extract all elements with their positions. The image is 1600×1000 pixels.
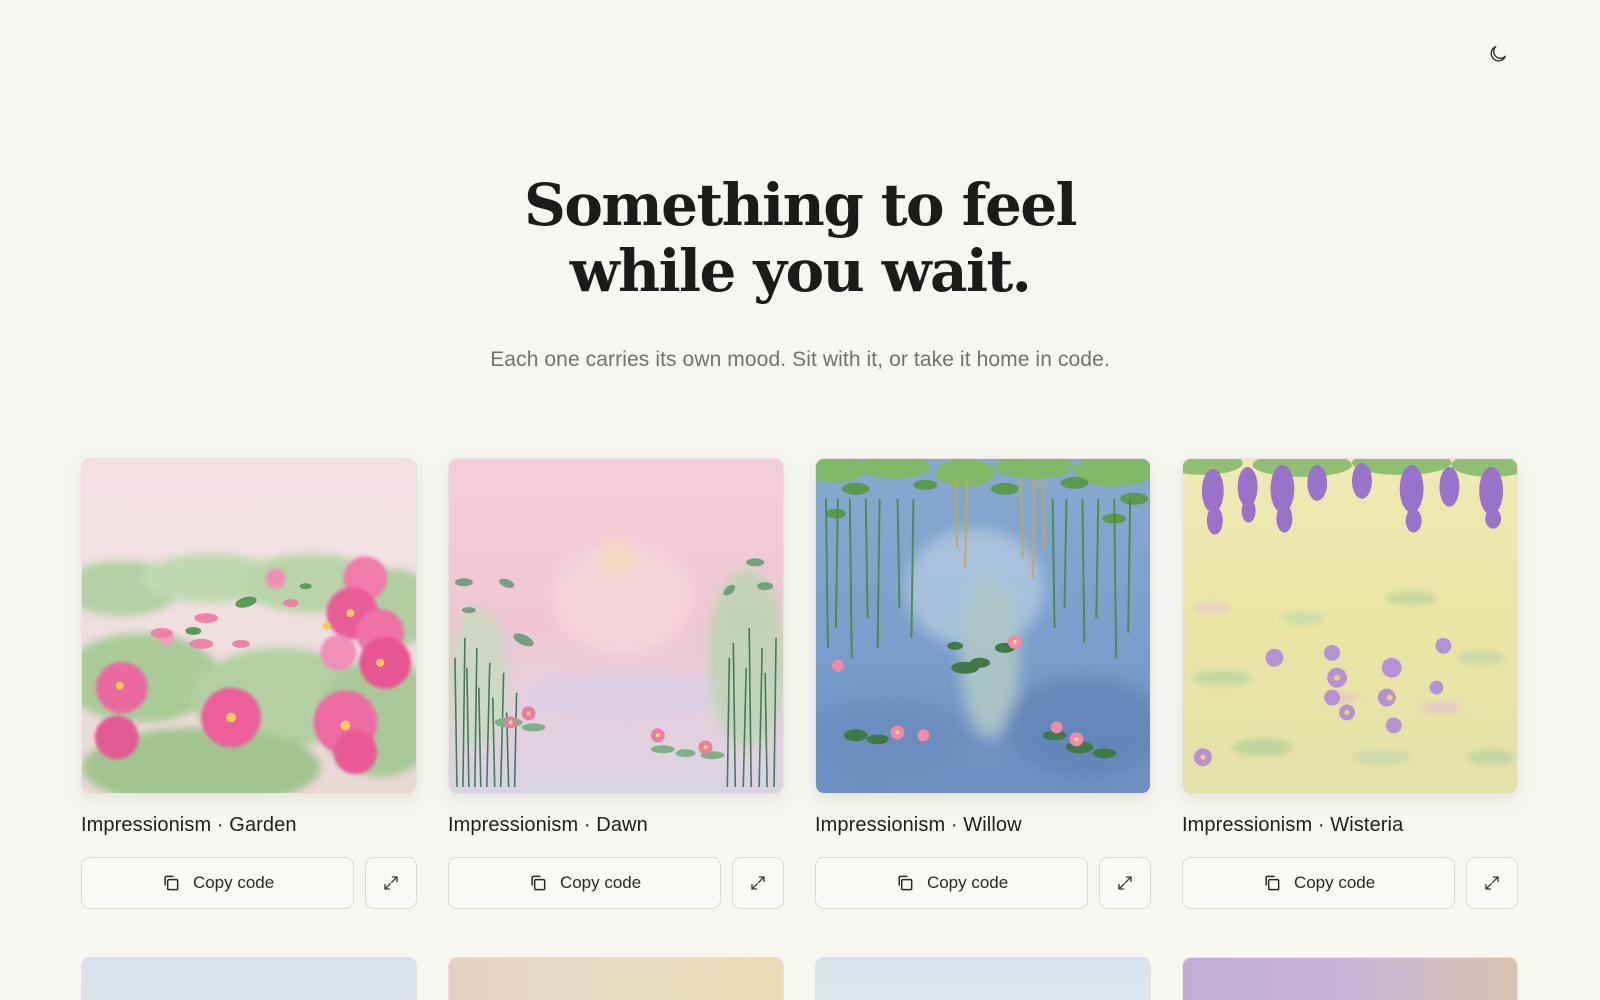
page-title: Something to feel while you wait.	[0, 172, 1600, 304]
artwork-preview[interactable]	[448, 957, 784, 1000]
theme-toggle-button[interactable]	[1478, 36, 1518, 72]
card-title: Impressionism · Wisteria	[1182, 814, 1404, 836]
page-subtitle: Each one carries its own mood. Sit with …	[490, 348, 1110, 371]
page-title-line-2: while you wait.	[569, 237, 1032, 305]
gallery-card-dawn: Impressionism · Dawn Copy code	[448, 458, 784, 909]
card-title: Impressionism · Dawn	[448, 814, 648, 836]
copy-icon	[898, 875, 913, 891]
page: Something to feel while you wait. Each o…	[0, 0, 1600, 1000]
card-actions: Copy code	[448, 857, 784, 909]
copy-code-label: Copy code	[192, 873, 275, 892]
gallery-card-garden: Impressionism · Garden Copy code	[81, 458, 417, 909]
expand-button[interactable]	[1099, 857, 1151, 909]
garden-painting	[82, 459, 416, 793]
page-title-line-1: Something to feel	[523, 171, 1078, 239]
copy-code-button[interactable]: Copy code	[815, 857, 1089, 909]
card-actions: Copy code	[81, 857, 417, 909]
artwork-preview[interactable]	[81, 957, 417, 1000]
hero: Something to feel while you wait. Each o…	[0, 172, 1600, 372]
artwork-dawn[interactable]	[448, 458, 784, 794]
artwork-garden[interactable]	[81, 458, 417, 794]
card-actions: Copy code	[815, 857, 1151, 909]
copy-icon	[1265, 875, 1280, 891]
card-title: Impressionism · Willow	[815, 814, 1022, 836]
gallery-card-wisteria: Impressionism · Wisteria Copy code	[1182, 458, 1518, 909]
gallery-card-willow: Impressionism · Willow Copy code	[815, 458, 1151, 909]
moon-icon	[1490, 45, 1507, 62]
willow-painting	[816, 459, 1150, 793]
wisteria-painting	[1183, 459, 1517, 793]
gallery-grid: Impressionism · Garden Copy code Impress…	[81, 458, 1518, 909]
expand-button[interactable]	[1466, 857, 1518, 909]
gallery-grid-row-2	[81, 957, 1518, 1000]
copy-code-button[interactable]: Copy code	[448, 857, 722, 909]
artwork-wisteria[interactable]	[1182, 458, 1518, 794]
expand-icon	[751, 876, 765, 890]
expand-button[interactable]	[732, 857, 784, 909]
copy-code-button[interactable]: Copy code	[1182, 857, 1456, 909]
copy-icon	[164, 875, 179, 891]
dawn-painting	[449, 459, 783, 793]
copy-code-button[interactable]: Copy code	[81, 857, 355, 909]
card-title: Impressionism · Garden	[81, 814, 297, 836]
copy-code-label: Copy code	[926, 873, 1009, 892]
copy-code-label: Copy code	[559, 873, 642, 892]
copy-code-label: Copy code	[1293, 873, 1376, 892]
expand-button[interactable]	[365, 857, 417, 909]
card-actions: Copy code	[1182, 857, 1518, 909]
artwork-preview[interactable]	[1182, 957, 1518, 1000]
artwork-preview[interactable]	[815, 957, 1151, 1000]
copy-icon	[531, 875, 546, 891]
expand-icon	[1118, 876, 1132, 890]
expand-icon	[1485, 876, 1499, 890]
artwork-willow[interactable]	[815, 458, 1151, 794]
expand-icon	[384, 876, 398, 890]
